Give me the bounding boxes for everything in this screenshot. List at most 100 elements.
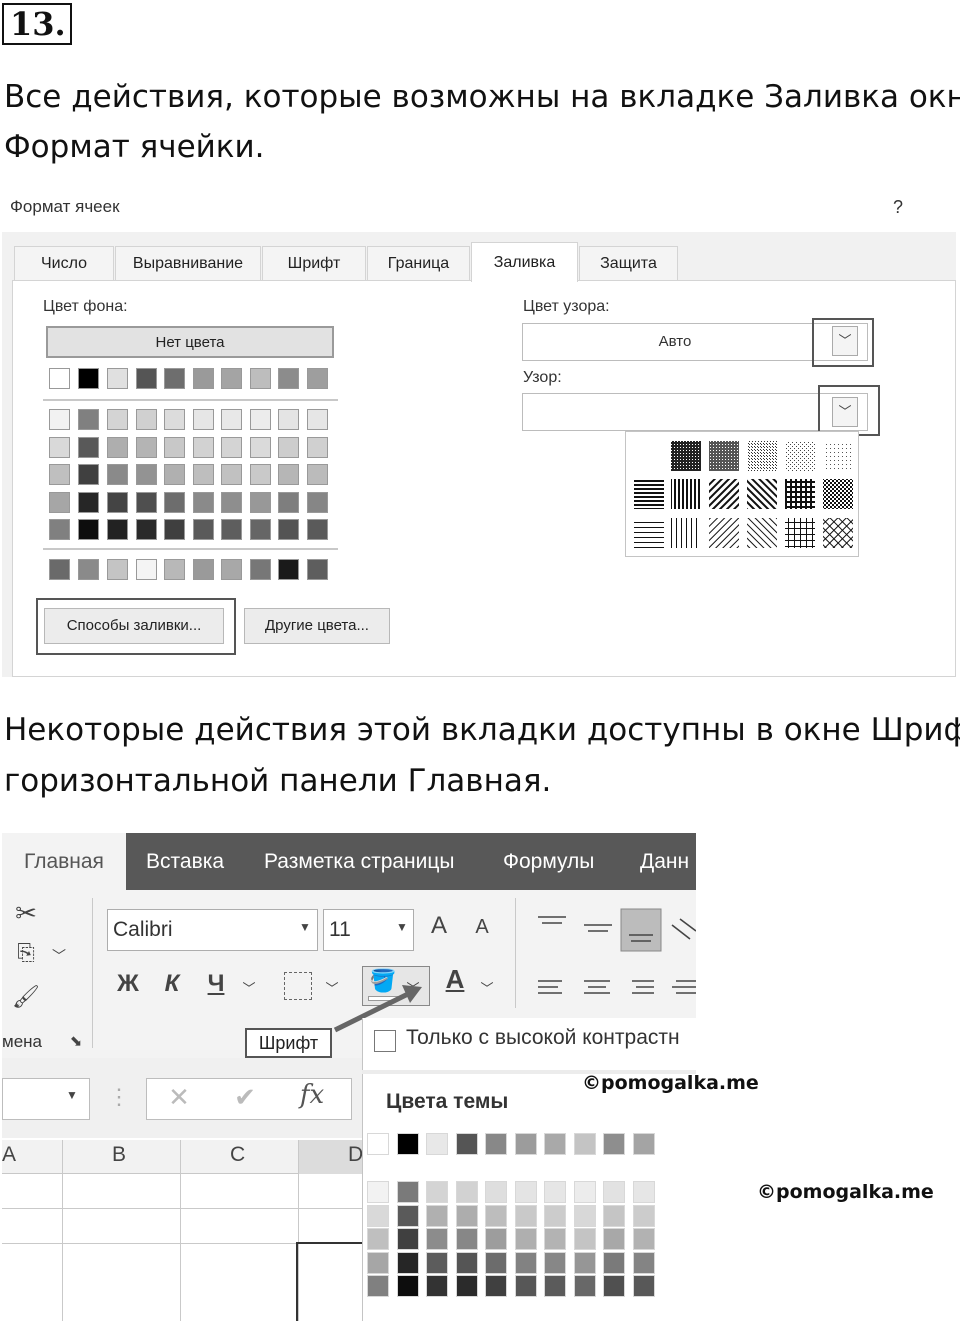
color-swatch[interactable] (107, 368, 128, 389)
cancel-icon[interactable]: ✕ (162, 1082, 196, 1113)
theme-color-swatch[interactable] (603, 1251, 625, 1274)
fill-effects-button[interactable]: Способы заливки... (44, 608, 224, 644)
theme-color-swatch[interactable] (397, 1275, 419, 1297)
theme-color-swatch[interactable] (426, 1228, 448, 1250)
theme-color-swatch[interactable] (633, 1228, 655, 1250)
theme-color-swatch[interactable] (515, 1204, 537, 1227)
pattern-style-select[interactable] (522, 393, 868, 431)
color-swatch[interactable] (307, 409, 328, 430)
theme-color-swatch[interactable] (515, 1275, 537, 1297)
color-swatch[interactable] (164, 559, 185, 580)
ribbon-tab-page-layout[interactable]: Разметка страницы (264, 833, 455, 890)
theme-color-swatch[interactable] (633, 1251, 655, 1274)
color-swatch[interactable] (78, 559, 99, 580)
theme-color-swatch[interactable] (426, 1204, 448, 1227)
color-swatch[interactable] (107, 409, 128, 430)
theme-color-swatch[interactable] (485, 1275, 507, 1297)
function-icon[interactable]: fx (292, 1080, 332, 1110)
more-colors-button[interactable]: Другие цвета... (244, 608, 390, 644)
color-swatch[interactable] (250, 559, 271, 580)
column-header-d[interactable]: D (348, 1143, 363, 1167)
color-swatch[interactable] (221, 519, 242, 540)
column-header-c[interactable]: C (230, 1143, 245, 1167)
dialog-launcher-icon[interactable]: ⬊ (66, 1032, 86, 1050)
theme-color-swatch[interactable] (544, 1181, 566, 1203)
theme-color-swatch[interactable] (456, 1133, 478, 1155)
color-swatch[interactable] (107, 559, 128, 580)
chevron-down-icon[interactable]: ﹀ (50, 946, 68, 966)
underline-button[interactable]: Ч (201, 970, 231, 998)
column-header-a[interactable]: A (2, 1143, 16, 1167)
theme-color-swatch[interactable] (485, 1133, 507, 1155)
theme-color-swatch[interactable] (603, 1228, 625, 1250)
theme-color-swatch[interactable] (367, 1204, 389, 1227)
theme-color-swatch[interactable] (603, 1275, 625, 1297)
theme-color-swatch[interactable] (485, 1228, 507, 1250)
theme-color-swatch[interactable] (485, 1181, 507, 1203)
color-swatch[interactable] (307, 519, 328, 540)
color-swatch[interactable] (278, 368, 299, 389)
theme-color-swatch[interactable] (397, 1251, 419, 1274)
color-swatch[interactable] (307, 559, 328, 580)
color-swatch[interactable] (278, 464, 299, 485)
pattern-swatches[interactable] (626, 432, 860, 558)
ribbon-tab-insert[interactable]: Вставка (146, 833, 224, 890)
theme-color-swatch[interactable] (456, 1228, 478, 1250)
theme-color-swatch[interactable] (426, 1275, 448, 1297)
border-icon[interactable] (284, 972, 312, 1000)
color-swatch[interactable] (193, 491, 214, 513)
theme-color-swatch[interactable] (603, 1181, 625, 1203)
color-swatch[interactable] (107, 491, 128, 513)
color-swatch[interactable] (78, 464, 99, 485)
color-swatch[interactable] (164, 464, 185, 485)
theme-color-swatch[interactable] (367, 1275, 389, 1297)
theme-color-swatch[interactable] (633, 1133, 655, 1155)
theme-color-swatch[interactable] (633, 1275, 655, 1297)
font-name-input[interactable]: Calibri (107, 909, 318, 951)
grow-font-icon[interactable]: A (426, 912, 452, 940)
theme-color-swatch[interactable] (633, 1181, 655, 1203)
theme-color-swatch[interactable] (544, 1133, 566, 1155)
theme-color-swatch[interactable] (456, 1251, 478, 1274)
theme-color-swatch[interactable] (397, 1133, 419, 1155)
theme-color-swatch[interactable] (515, 1228, 537, 1250)
color-swatch[interactable] (164, 368, 185, 389)
color-swatch[interactable] (250, 409, 271, 430)
color-swatch[interactable] (307, 368, 328, 389)
color-swatch[interactable] (193, 519, 214, 540)
column-header-b[interactable]: B (112, 1143, 126, 1167)
theme-color-swatch[interactable] (574, 1181, 596, 1203)
color-swatch[interactable] (193, 436, 214, 458)
theme-color-swatch[interactable] (456, 1204, 478, 1227)
help-button[interactable]: ? (893, 197, 903, 218)
color-swatch[interactable] (250, 436, 271, 458)
color-swatch[interactable] (278, 409, 299, 430)
ribbon-tab-data[interactable]: Данн (640, 833, 696, 890)
theme-color-swatch[interactable] (603, 1204, 625, 1227)
ribbon-tab-formulas[interactable]: Формулы (503, 833, 594, 890)
bold-button[interactable]: Ж (113, 970, 143, 998)
ribbon-tab-home[interactable]: Главная (2, 833, 126, 890)
color-swatch[interactable] (164, 436, 185, 458)
theme-color-swatch[interactable] (367, 1133, 389, 1155)
color-swatch[interactable] (193, 409, 214, 430)
chevron-down-icon[interactable]: ▼ (64, 1088, 80, 1102)
theme-color-swatch[interactable] (574, 1204, 596, 1227)
color-swatch[interactable] (193, 368, 214, 389)
color-swatch[interactable] (307, 464, 328, 485)
color-swatch[interactable] (193, 464, 214, 485)
color-swatch[interactable] (307, 491, 328, 513)
color-swatch[interactable] (136, 436, 157, 458)
theme-color-swatch[interactable] (544, 1204, 566, 1227)
tab-font[interactable]: Шрифт (262, 246, 366, 280)
theme-color-swatch[interactable] (426, 1133, 448, 1155)
color-swatch[interactable] (221, 559, 242, 580)
theme-color-swatch[interactable] (485, 1251, 507, 1274)
tab-border[interactable]: Граница (367, 246, 470, 280)
color-swatch[interactable] (136, 559, 157, 580)
tab-number[interactable]: Число (14, 246, 114, 280)
color-swatch[interactable] (49, 491, 70, 513)
tab-fill[interactable]: Заливка (471, 242, 578, 282)
color-swatch[interactable] (49, 436, 70, 458)
theme-color-swatch[interactable] (456, 1275, 478, 1297)
